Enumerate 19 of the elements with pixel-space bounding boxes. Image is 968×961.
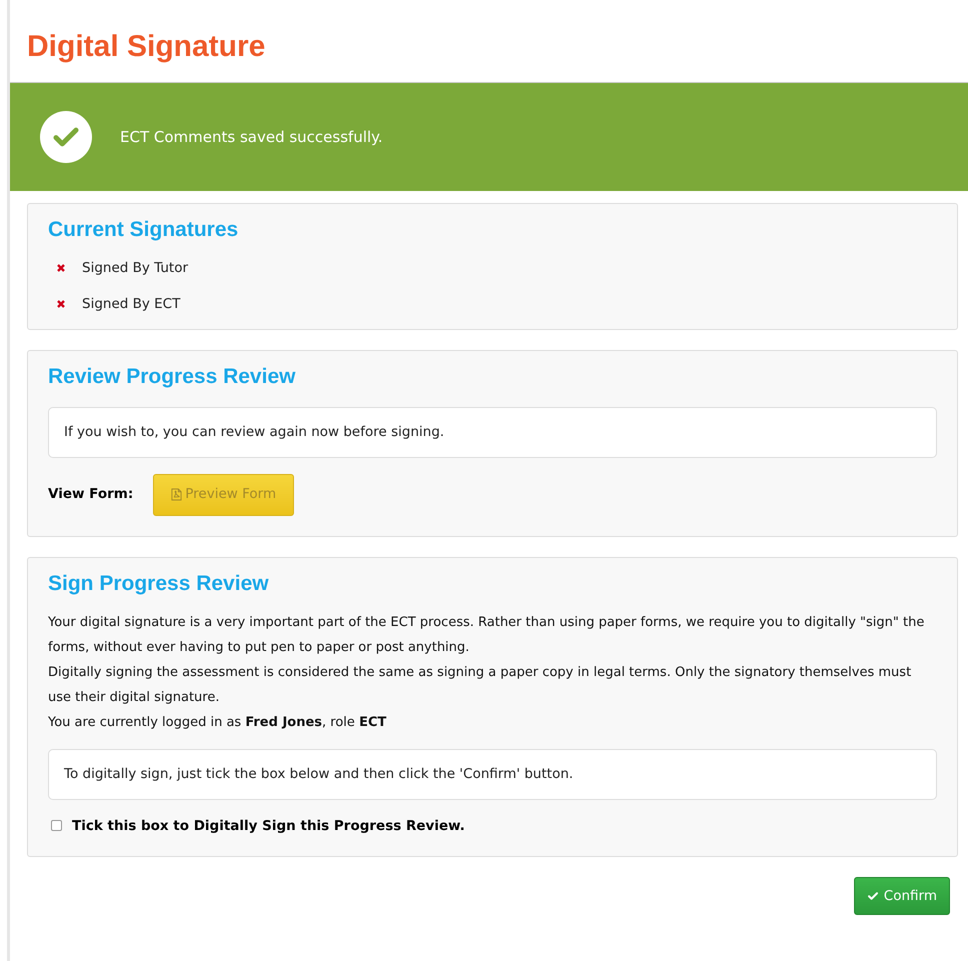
view-form-label: View Form: <box>48 485 134 504</box>
pdf-file-icon <box>171 488 182 501</box>
info-well: To digitally sign, just tick the box below and then click the 'Confirm' button. <box>48 748 937 800</box>
sign-checkbox[interactable] <box>51 820 62 832</box>
preview-form-button[interactable]: Preview Form <box>153 474 294 516</box>
page-title: Digital Signature <box>26 29 266 65</box>
signature-label: Signed By ECT <box>82 295 180 314</box>
paragraph: Digitally signing the assessment is considered the same as signing a paper copy in legal terms. Only the signatory themselves must use their digital signature. <box>48 664 912 706</box>
paragraph: You are currently logged in as Fred Jones, role ECT <box>48 714 388 732</box>
panel-heading: Review Progress Review <box>48 364 296 390</box>
paragraph: Your digital signature is a very important part of the ECT process. Rather than using paper forms, we require you to digitally "sign" the forms, without ever having to put pen to paper or post anything. <box>48 614 926 656</box>
panel-heading: Current Signatures <box>48 217 238 243</box>
panel-heading: Sign Progress Review <box>48 570 269 596</box>
alert-message: ECT Comments saved successfully. <box>120 126 383 148</box>
checkbox-label: Tick this box to Digitally Sign this Progress Review. <box>72 816 465 836</box>
check-icon <box>866 890 879 902</box>
signature-label: Signed By Tutor <box>82 259 188 278</box>
info-well: If you wish to, you can review again now before signing. <box>48 406 937 458</box>
confirm-button[interactable]: Confirm <box>854 876 950 915</box>
